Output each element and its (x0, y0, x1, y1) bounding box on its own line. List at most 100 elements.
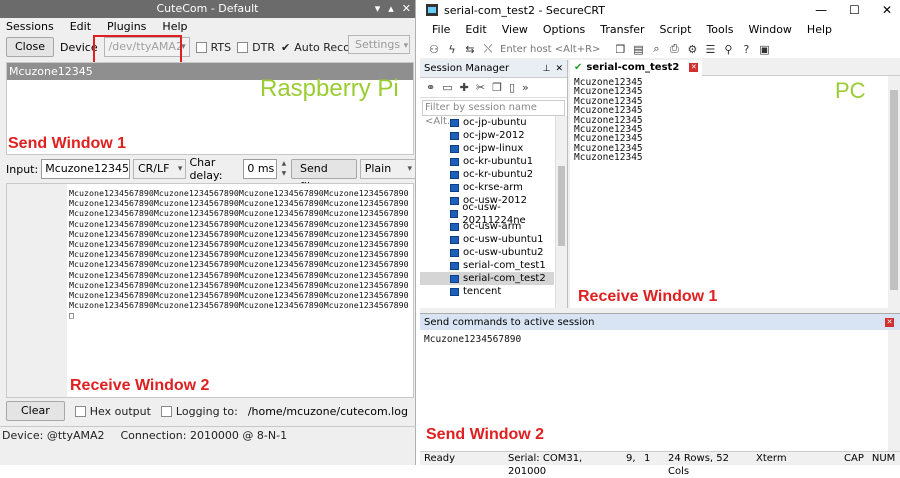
paste-icon[interactable]: ▤ (632, 43, 644, 56)
command-window: Send commands to active session ✕ Mcuzon… (420, 313, 900, 452)
minimize-icon[interactable]: ▾ (375, 0, 381, 18)
hex-output-checkbox[interactable]: Hex output (74, 405, 151, 418)
keymap-icon[interactable]: ⚲ (722, 43, 734, 56)
menu-tools[interactable]: Tools (706, 20, 733, 40)
char-delay-label: Char delay: (189, 156, 223, 182)
send-file-button[interactable]: Send file... (291, 159, 357, 193)
paste-icon[interactable]: ▯ (509, 81, 515, 94)
link-icon[interactable]: ⚭ (426, 81, 435, 94)
cutecom-receive-area[interactable]: Mcuzone1234567890Mcuzone1234567890Mcuzon… (6, 183, 414, 398)
add-icon[interactable]: ✚ (460, 81, 469, 94)
copy-icon[interactable]: ❐ (614, 43, 626, 56)
tab-serial-com-test2[interactable]: ✔ serial-com_test2 ✕ (570, 59, 703, 76)
terminal-scrollbar[interactable] (888, 76, 900, 308)
disconnect-icon[interactable]: ⤬ (482, 42, 494, 55)
spin-down-icon[interactable]: ▼ (280, 169, 288, 179)
menu-help[interactable]: Help (162, 18, 187, 35)
session-item[interactable]: oc-krse-arm (420, 181, 554, 194)
receive-window-overlay-label: Receive Window 2 (70, 377, 210, 394)
command-input[interactable]: Mcuzone1234567890 (424, 334, 521, 345)
command-scrollbar[interactable] (888, 330, 900, 452)
menu-options[interactable]: Options (543, 20, 585, 40)
menu-file[interactable]: File (432, 20, 450, 40)
help-icon[interactable]: ? (740, 43, 752, 56)
command-window-header: Send commands to active session ✕ (420, 314, 900, 330)
status-connection: Connection: 2010000 @ 8-N-1 (120, 429, 288, 442)
cutecom-title: CuteCom - Default (156, 2, 259, 15)
menu-sessions[interactable]: Sessions (6, 18, 54, 35)
session-item[interactable]: serial-com_test1 (420, 259, 554, 272)
menu-edit[interactable]: Edit (465, 20, 486, 40)
session-label: oc-usw-arm (463, 221, 522, 232)
menu-view[interactable]: View (502, 20, 528, 40)
pin-icon[interactable]: ⊥ (543, 64, 551, 74)
checkbox-icon (237, 41, 249, 53)
copy-icon[interactable]: ❐ (492, 81, 502, 94)
session-item[interactable]: oc-usw-ubuntu1 (420, 233, 554, 246)
session-item[interactable]: oc-usw-ubuntu2 (420, 246, 554, 259)
line-ending-select[interactable]: CR/LF (132, 159, 187, 179)
close-icon[interactable]: ✕ (402, 0, 411, 18)
options-icon[interactable]: ☰ (704, 43, 716, 56)
folder-icon[interactable]: ▭ (442, 81, 452, 94)
session-item[interactable]: serial-com_test2 (420, 272, 554, 285)
cutecom-statusbar: Device: @ttyAMA2 Connection: 2010000 @ 8… (0, 426, 416, 443)
terminal-output[interactable]: Mcuzone12345 Mcuzone12345 Mcuzone12345 Mcuz… (574, 78, 643, 163)
menu-window[interactable]: Window (749, 20, 792, 40)
platform-overlay-label: PC (835, 78, 866, 103)
quick-connect-icon[interactable]: ϟ (446, 43, 458, 56)
session-item[interactable]: oc-usw-20211224ne (420, 202, 554, 226)
host-input[interactable]: Enter host <Alt+R> (500, 44, 600, 55)
clear-button[interactable]: Clear (6, 401, 65, 421)
close-button[interactable]: Close (6, 37, 54, 57)
cutecom-window: CuteCom - Default ▾ ▴ ✕ Sessions Edit Pl… (0, 0, 416, 465)
close-icon[interactable]: ✕ (885, 317, 894, 327)
securecrt-statusbar: Ready Serial: COM31, 201000 9, 1 24 Rows… (420, 451, 900, 477)
more-icon[interactable]: » (522, 81, 529, 94)
char-delay-spinner[interactable]: ▲ ▼ (280, 159, 288, 179)
dtr-checkbox[interactable]: DTR (237, 41, 275, 54)
mode-select[interactable]: Plain (359, 159, 416, 179)
status-term: Xterm (756, 453, 787, 464)
session-filter-input[interactable]: Filter by session name <Alt... (422, 100, 565, 127)
menu-edit[interactable]: Edit (70, 18, 91, 35)
close-icon[interactable]: ✕ (882, 0, 892, 20)
session-item[interactable]: oc-kr-ubuntu1 (420, 155, 554, 168)
status-row: 9, (626, 453, 636, 464)
settings-button[interactable]: Settings ▾ (348, 35, 410, 54)
char-delay-field[interactable]: 0 ms (243, 159, 277, 179)
find-icon[interactable]: ⌕ (650, 42, 662, 55)
receive-window-overlay-label: Receive Window 1 (578, 288, 718, 305)
menu-plugins[interactable]: Plugins (107, 18, 146, 35)
session-item[interactable]: oc-jpw-linux (420, 142, 554, 155)
logging-checkbox[interactable]: Logging to: (160, 405, 238, 418)
session-item[interactable]: oc-kr-ubuntu2 (420, 168, 554, 181)
dtr-label: DTR (252, 40, 275, 54)
connect-icon[interactable]: ⚇ (428, 43, 440, 56)
image-icon[interactable]: ▣ (758, 43, 770, 56)
reconnect-icon[interactable]: ⇆ (464, 43, 476, 56)
menu-help[interactable]: Help (807, 20, 832, 40)
menu-transfer[interactable]: Transfer (600, 20, 644, 40)
rts-checkbox[interactable]: RTS (195, 41, 231, 54)
settings-icon[interactable]: ⚙ (686, 43, 698, 56)
maximize-icon[interactable]: ☐ (849, 0, 860, 20)
log-path[interactable]: /home/mcuzone/cutecom.log (248, 405, 408, 418)
cut-icon[interactable]: ✂ (476, 81, 485, 94)
menu-script[interactable]: Script (660, 20, 692, 40)
minimize-icon[interactable]: — (815, 0, 827, 20)
close-icon[interactable]: ✕ (689, 63, 699, 72)
session-item[interactable]: tencent (420, 285, 554, 298)
session-item[interactable]: oc-jpw-2012 (420, 129, 554, 142)
spin-up-icon[interactable]: ▲ (280, 159, 288, 169)
input-field[interactable]: Mcuzone12345 (41, 159, 130, 179)
close-icon[interactable]: ✕ (555, 64, 563, 74)
session-item[interactable]: oc-jp-ubuntu (420, 116, 554, 129)
session-scrollbar[interactable] (555, 116, 567, 308)
maximize-icon[interactable]: ▴ (388, 0, 394, 18)
scrollbar-thumb[interactable] (558, 166, 565, 246)
session-manager-title: Session Manager (424, 63, 510, 74)
scrollbar-thumb[interactable] (890, 90, 898, 290)
print-icon[interactable]: ⎙ (668, 42, 680, 55)
monitor-icon (450, 261, 459, 270)
